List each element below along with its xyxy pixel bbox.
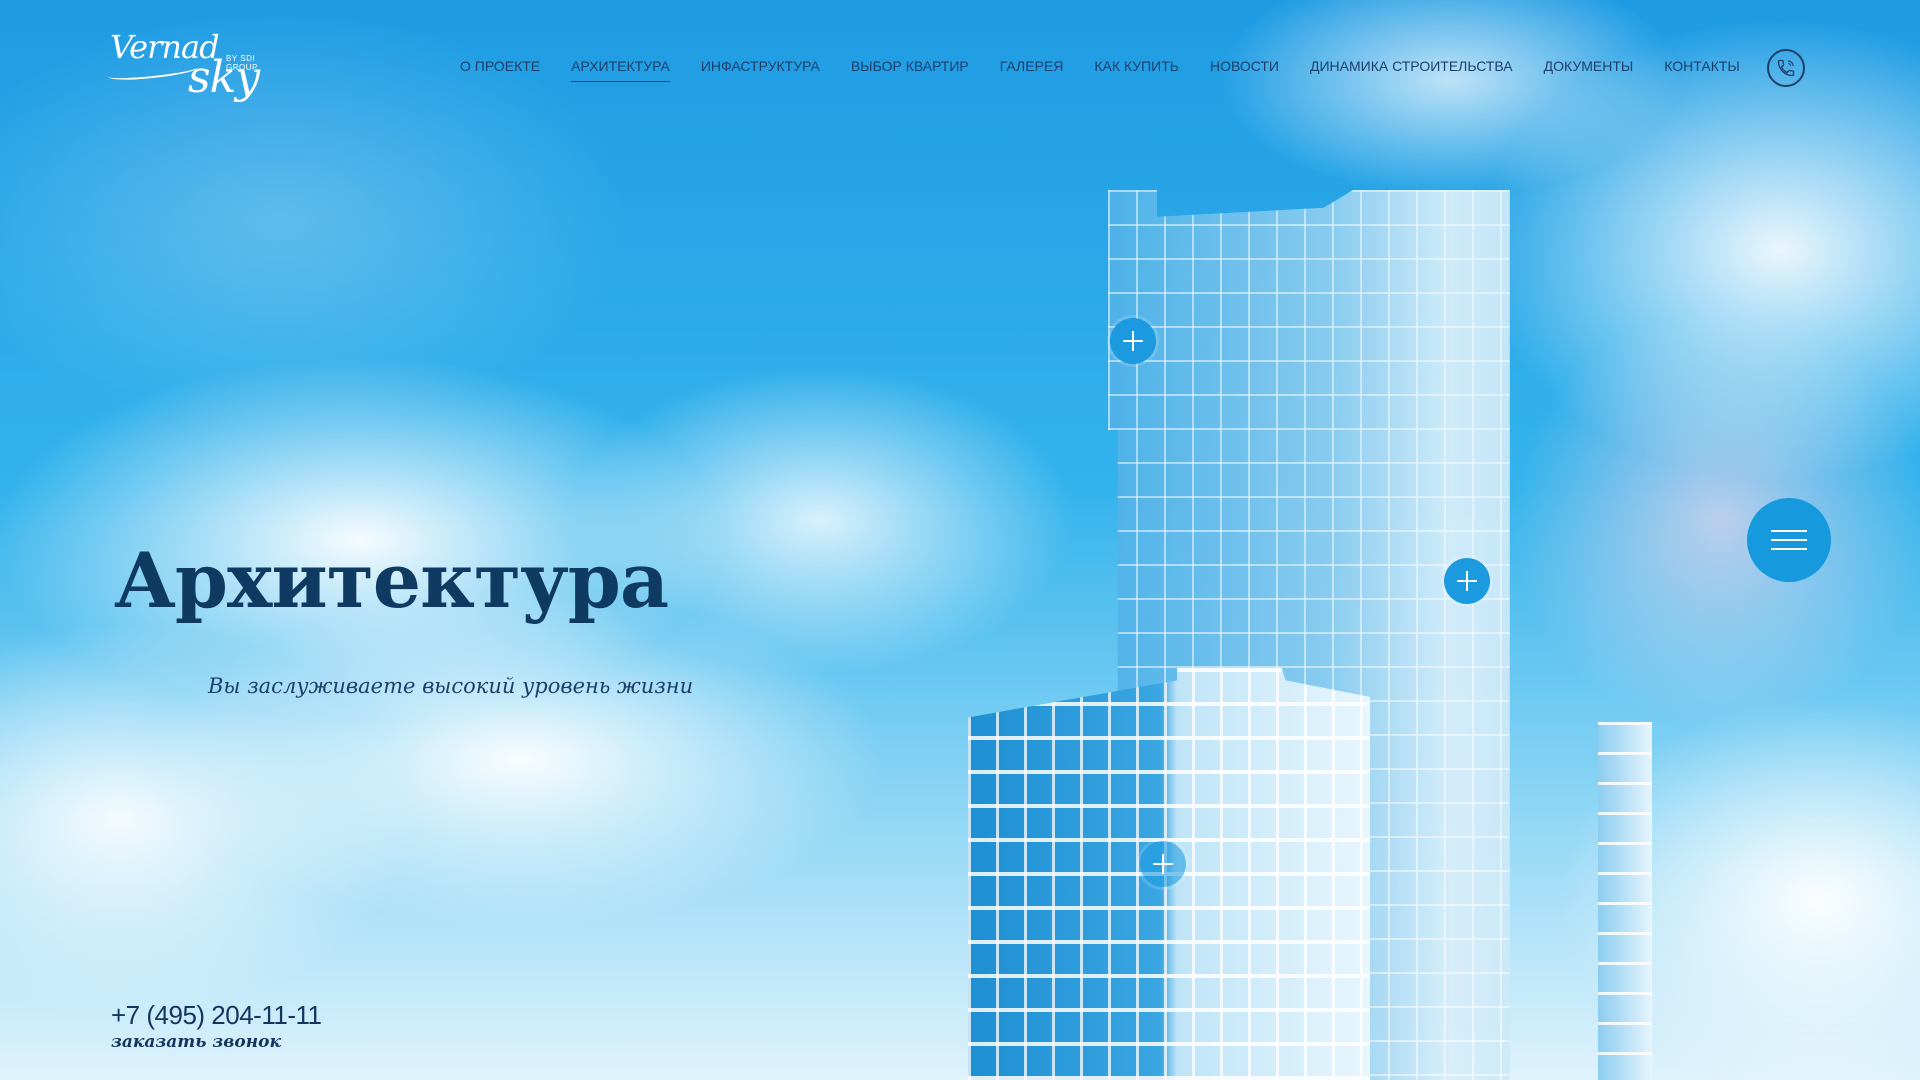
phone-icon — [1777, 59, 1795, 77]
menu-button[interactable] — [1747, 498, 1831, 582]
side-tower-image — [1598, 722, 1652, 1080]
page-subtitle: Вы заслуживаете высокий уровень жизни — [208, 674, 694, 698]
nav-item-apartments[interactable]: ВЫБОР КВАРТИР — [851, 58, 969, 82]
hamburger-icon-line — [1771, 539, 1807, 541]
main-nav: О ПРОЕКТЕ АРХИТЕКТУРА ИНФАСТРУКТУРА ВЫБО… — [460, 58, 1771, 82]
nav-item-documents[interactable]: ДОКУМЕНТЫ — [1544, 58, 1634, 82]
nav-item-how-to-buy[interactable]: КАК КУПИТЬ — [1094, 58, 1179, 82]
phone-button[interactable] — [1767, 49, 1805, 87]
nav-item-news[interactable]: НОВОСТИ — [1210, 58, 1279, 82]
nav-item-about[interactable]: О ПРОЕКТЕ — [460, 58, 540, 82]
page-title: Архитектура — [114, 536, 669, 625]
logo-text-sky: sky — [188, 52, 260, 103]
phone-number[interactable]: +7 (495) 204-11-11 — [111, 1000, 322, 1031]
nav-item-infrastructure[interactable]: ИНФАСТРУКТУРА — [701, 58, 820, 82]
logo[interactable]: Vernad BY SDI GROUP sky — [107, 28, 288, 112]
plus-icon[interactable] — [1110, 318, 1156, 364]
hamburger-icon-line — [1771, 530, 1807, 532]
plus-icon[interactable] — [1444, 558, 1490, 604]
nav-item-construction[interactable]: ДИНАМИКА СТРОИТЕЛЬСТВА — [1310, 58, 1513, 82]
nav-item-gallery[interactable]: ГАЛЕРЕЯ — [1000, 58, 1064, 82]
hamburger-icon-line — [1771, 548, 1807, 550]
nav-item-contacts[interactable]: КОНТАКТЫ — [1664, 58, 1740, 82]
nav-item-architecture[interactable]: АРХИТЕКТУРА — [571, 58, 670, 82]
plus-icon[interactable] — [1140, 841, 1186, 887]
callback-link[interactable]: заказать звонок — [111, 1032, 281, 1052]
